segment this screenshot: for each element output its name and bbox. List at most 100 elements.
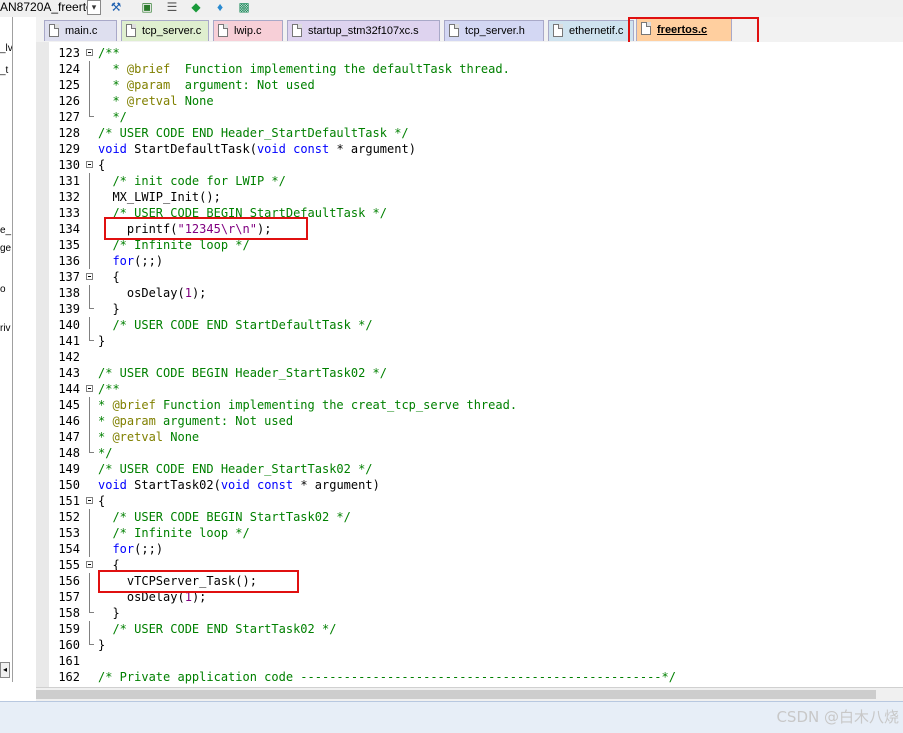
tab-lwip-c[interactable]: lwip.c [213, 20, 283, 41]
code-line[interactable]: 148 */ [36, 445, 903, 461]
tree-item-fragment[interactable]: riv [0, 323, 11, 334]
code-token: None [163, 430, 200, 444]
code-line[interactable]: 128 /* USER CODE END Header_StartDefaultT… [36, 125, 903, 141]
fold-toggle-icon[interactable] [86, 45, 94, 61]
tab-tcp-server-h[interactable]: tcp_server.h [444, 20, 544, 41]
line-number: 151 [58, 494, 80, 508]
code-line[interactable]: 145 * @brief Function implementing the cr… [36, 397, 903, 413]
code-token: /* Infinite loop */ [112, 526, 250, 540]
tab-startup-s[interactable]: startup_stm32f107xc.s [287, 20, 440, 41]
code-token: (;;) [134, 542, 164, 556]
code-line[interactable]: 147 * @retval None [36, 429, 903, 445]
diamond-icon[interactable]: ◆ [188, 0, 204, 14]
tree-item-fragment[interactable]: _lv [0, 43, 12, 54]
code-text: * @retval None [98, 429, 199, 445]
code-line[interactable]: 149 /* USER CODE END Header_StartTask02 *… [36, 461, 903, 477]
code-line[interactable]: 146 * @param argument: Not used [36, 413, 903, 429]
tab-tcp-server-c[interactable]: tcp_server.c [121, 20, 209, 41]
tab-main-c[interactable]: main.c [44, 20, 117, 41]
tree-item-fragment[interactable]: e_ [0, 225, 11, 236]
code-token: } [98, 302, 120, 316]
code-line[interactable]: 137 { [36, 269, 903, 285]
fold-toggle-icon[interactable] [86, 381, 94, 397]
code-token: /** [98, 46, 120, 60]
layers-icon[interactable]: ☰ [164, 0, 180, 14]
code-line[interactable]: 150 void StartTask02(void const * argumen… [36, 477, 903, 493]
code-token: /* USER CODE BEGIN StartTask02 */ [112, 510, 351, 524]
code-line[interactable]: 153 /* Infinite loop */ [36, 525, 903, 541]
code-line[interactable]: 151 { [36, 493, 903, 509]
project-selector[interactable]: AN8720A_freerto [0, 0, 93, 14]
line-number: 129 [58, 142, 80, 156]
code-token: /* USER CODE END Header_StartTask02 */ [98, 462, 373, 476]
code-token: @retval [126, 94, 178, 108]
code-token: /** [98, 382, 120, 396]
code-token: * argument) [329, 142, 416, 156]
code-line[interactable]: 161 [36, 653, 903, 669]
tab-ethernetif-c[interactable]: ethernetif.c [548, 20, 634, 41]
project-dropdown-button[interactable]: ▾ [87, 0, 101, 15]
code-line[interactable]: 123 /** [36, 45, 903, 61]
fold-toggle-icon[interactable] [86, 493, 94, 509]
code-line[interactable]: 141} [36, 333, 903, 349]
scrollbar-thumb[interactable] [36, 690, 876, 699]
picture-icon[interactable]: ▩ [236, 0, 252, 14]
tree-item-fragment[interactable]: _t [0, 65, 8, 76]
code-token: * [98, 78, 127, 92]
line-number: 136 [58, 254, 80, 268]
fold-toggle-icon[interactable] [86, 557, 94, 573]
code-line[interactable]: 143 /* USER CODE BEGIN Header_StartTask02… [36, 365, 903, 381]
code-text: } [98, 301, 120, 317]
code-line[interactable]: 130 { [36, 157, 903, 173]
fold-guide [86, 173, 94, 189]
code-line[interactable]: 126 * @retval None [36, 93, 903, 109]
code-line[interactable]: 154 for(;;) [36, 541, 903, 557]
code-line[interactable]: 162 /* Private application code ---------… [36, 669, 903, 685]
fold-guide [86, 61, 94, 77]
code-token: { [98, 494, 106, 508]
tree-item-fragment[interactable]: ge [0, 243, 11, 254]
code-line[interactable]: 132 MX_LWIP_Init(); [36, 189, 903, 205]
code-line[interactable]: 144 /** [36, 381, 903, 397]
code-line[interactable]: 127 */ [36, 109, 903, 125]
code-line[interactable]: 124 * @brief Function implementing the d… [36, 61, 903, 77]
code-line[interactable]: 160} [36, 637, 903, 653]
fold-toggle-icon[interactable] [86, 269, 94, 285]
line-number: 137 [58, 270, 80, 284]
line-number: 153 [58, 526, 80, 540]
horizontal-scrollbar[interactable] [36, 687, 903, 702]
window-icon[interactable]: ▣ [139, 0, 155, 14]
scroll-left-button[interactable]: ◂ [0, 662, 10, 678]
build-icon[interactable]: ⚒ [108, 0, 124, 14]
line-number: 131 [58, 174, 80, 188]
code-token: const [256, 478, 294, 492]
code-text: } [98, 333, 105, 349]
code-token: @param [126, 78, 171, 92]
fold-toggle-icon[interactable] [86, 157, 94, 173]
code-token: * [98, 62, 127, 76]
gem-icon[interactable]: ♦ [212, 0, 228, 14]
code-line[interactable]: 152 /* USER CODE BEGIN StartTask02 */ [36, 509, 903, 525]
code-line[interactable]: 136 for(;;) [36, 253, 903, 269]
code-line[interactable]: 158 } [36, 605, 903, 621]
code-text: } [98, 605, 119, 621]
code-line[interactable]: 138 osDelay(1); [36, 285, 903, 301]
code-text: * @brief Function implementing the creat… [98, 397, 517, 413]
code-text: { [98, 493, 105, 509]
code-line[interactable]: 131 /* init code for LWIP */ [36, 173, 903, 189]
code-line[interactable]: 140 /* USER CODE END StartDefaultTask */ [36, 317, 903, 333]
tree-item-fragment[interactable]: o [0, 284, 6, 295]
code-line[interactable]: 139 } [36, 301, 903, 317]
code-line[interactable]: 159 /* USER CODE END StartTask02 */ [36, 621, 903, 637]
code-token: argument: Not used [170, 78, 315, 92]
fold-guide [86, 509, 94, 525]
file-icon [292, 24, 302, 37]
fold-guide [86, 605, 94, 621]
line-number: 134 [58, 222, 80, 236]
code-line[interactable]: 142 [36, 349, 903, 365]
code-token: * argument) [293, 478, 380, 492]
code-line[interactable]: 129 void StartDefaultTask(void const * ar… [36, 141, 903, 157]
code-line[interactable]: 125 * @param argument: Not used [36, 77, 903, 93]
